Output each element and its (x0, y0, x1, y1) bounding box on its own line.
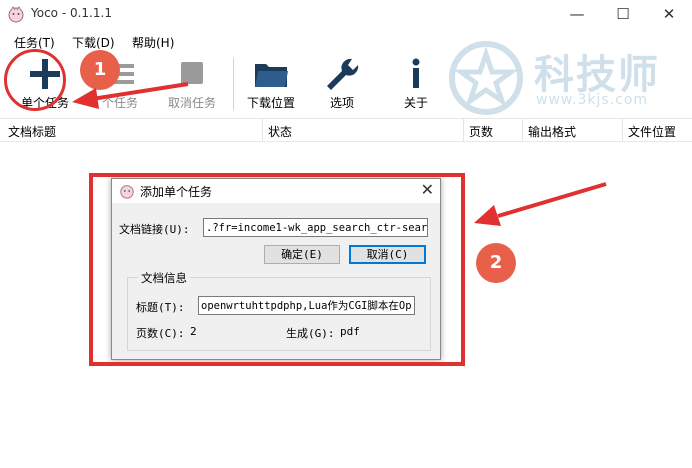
options-button[interactable]: 选项 (314, 52, 370, 116)
column-file-location[interactable]: 文件位置 (628, 123, 676, 140)
about-button[interactable]: 关于 (388, 52, 444, 116)
add-batch-task-label: 个任务 (101, 96, 138, 110)
info-icon (412, 58, 420, 88)
cancel-task-label: 取消任务 (167, 96, 216, 110)
arrow-2-line (497, 182, 607, 218)
about-label: 关于 (403, 96, 428, 110)
star-logo-icon (449, 41, 523, 115)
maximize-button[interactable]: ☐ (600, 0, 646, 29)
close-button[interactable]: ✕ (646, 0, 692, 29)
folder-icon (255, 64, 288, 87)
task-list-header: 文档标题 状态 页数 输出格式 文件位置 (0, 119, 692, 142)
menu-help[interactable]: 帮助(H) (132, 34, 174, 51)
column-doc-title[interactable]: 文档标题 (8, 123, 56, 140)
title-bar: Yoco - 0.1.1.1 — ☐ ✕ (0, 0, 692, 29)
watermark-url: www.3kjs.com (536, 92, 649, 108)
menu-download[interactable]: 下载(D) (72, 34, 115, 51)
arrow-2-head (474, 205, 501, 226)
download-location-button[interactable]: 下载位置 (240, 52, 302, 116)
highlight-circle (4, 49, 66, 111)
column-status[interactable]: 状态 (268, 123, 292, 140)
column-divider (463, 119, 464, 141)
highlight-box (89, 173, 465, 366)
column-output-format[interactable]: 输出格式 (528, 123, 576, 140)
window-title: Yoco - 0.1.1.1 (31, 6, 112, 20)
stop-icon (181, 62, 203, 84)
column-divider (622, 119, 623, 141)
step-badge-1: 1 (80, 50, 120, 90)
watermark: 科技师 www.3kjs.com (448, 40, 688, 118)
column-pages[interactable]: 页数 (469, 123, 493, 140)
options-label: 选项 (329, 96, 354, 110)
minimize-button[interactable]: — (554, 0, 600, 29)
step-badge-2: 2 (476, 243, 516, 283)
cancel-task-button[interactable]: 取消任务 (160, 52, 224, 116)
app-logo-icon (8, 6, 24, 23)
wrench-icon (327, 58, 359, 90)
download-location-label: 下载位置 (246, 96, 295, 110)
column-divider (522, 119, 523, 141)
toolbar-divider (233, 58, 234, 110)
column-divider (262, 119, 263, 141)
